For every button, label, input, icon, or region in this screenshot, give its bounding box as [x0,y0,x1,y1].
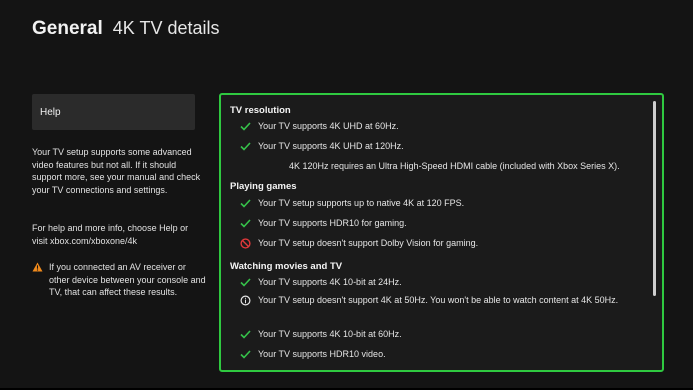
help-description: Your TV setup supports some advanced vid… [32,147,201,195]
check-icon [239,276,251,288]
detail-note: 4K 120Hz requires an Ultra High-Speed HD… [289,161,620,171]
detail-text: Your TV supports HDR10 for gaming. [258,218,407,228]
detail-text: Your TV supports HDR10 video. [258,349,386,359]
detail-row: Your TV setup doesn't support 4K at 50Hz… [230,294,650,328]
av-receiver-warning: If you connected an AV receiver or other… [32,261,207,299]
detail-text: Your TV supports 4K UHD at 120Hz. [258,141,404,151]
detail-text: Your TV supports 4K UHD at 60Hz. [258,121,399,131]
page-header: General 4K TV details [32,18,220,40]
detail-text: Your TV setup doesn't support 4K at 50Hz… [258,295,619,305]
section-heading-watching-movies: Watching movies and TV [230,261,343,272]
detail-text: Your TV setup doesn't support Dolby Visi… [258,238,479,248]
detail-row: Your TV supports 4K UHD at 120Hz. [230,140,650,160]
warning-icon [32,262,43,272]
detail-row: Your TV setup doesn't support Dolby Visi… [230,237,650,257]
tv-details-panel[interactable]: TV resolution Your TV supports 4K UHD at… [219,93,664,372]
detail-row: Your TV supports 4K UHD at 60Hz. [230,120,650,140]
check-icon [239,328,251,340]
section-title: General [32,18,103,39]
detail-row: Your TV supports HDR10 for gaming. [230,217,650,237]
section-heading-tv-resolution: TV resolution [230,105,291,116]
detail-text: Your TV setup supports up to native 4K a… [258,198,465,208]
page-title: 4K TV details [112,18,220,38]
detail-text: Your TV supports 4K 10-bit at 60Hz. [258,329,402,339]
help-more-info: For help and more info, choose Help or v… [32,223,189,246]
detail-text: Your TV supports 4K 10-bit at 24Hz. [258,277,402,287]
warning-text: If you connected an AV receiver or other… [49,262,206,297]
blocked-icon [239,237,251,249]
check-icon [239,120,251,132]
detail-row: Your TV supports 4K 10-bit at 60Hz. [230,328,650,348]
detail-row: Your TV supports HDR10 video. [230,348,650,368]
check-icon [239,217,251,229]
check-icon [239,140,251,152]
check-icon [239,197,251,209]
help-button[interactable]: Help [32,94,195,130]
tv-details-content: TV resolution Your TV supports 4K UHD at… [230,104,650,368]
detail-row: Your TV setup supports up to native 4K a… [230,197,650,217]
scrollbar[interactable] [653,101,656,296]
help-button-label: Help [40,106,61,118]
section-heading-playing-games: Playing games [230,181,297,192]
detail-row: Your TV supports 4K 10-bit at 24Hz. [230,276,650,294]
info-icon [239,294,251,306]
check-icon [239,348,251,360]
